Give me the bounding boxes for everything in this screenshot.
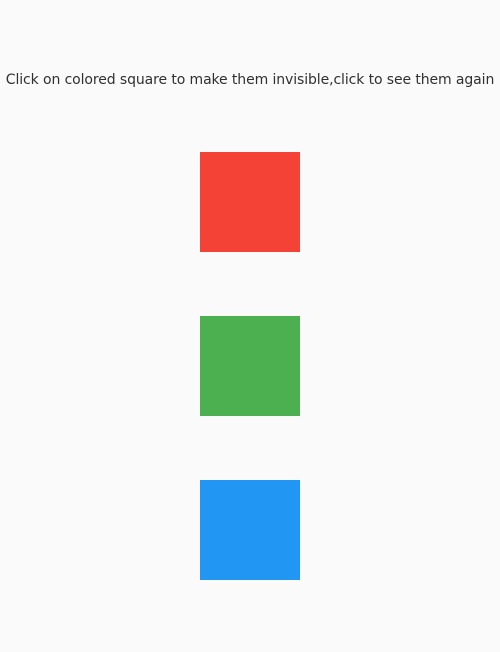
- red-square[interactable]: [200, 152, 300, 252]
- green-square[interactable]: [200, 316, 300, 416]
- instruction-text: Click on colored square to make them inv…: [5, 72, 495, 88]
- blue-square[interactable]: [200, 480, 300, 580]
